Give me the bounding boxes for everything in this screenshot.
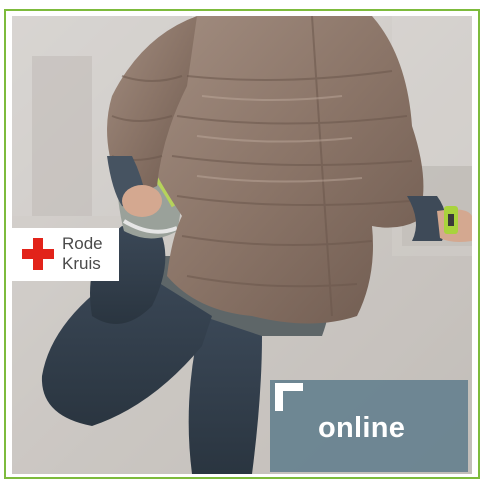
red-cross-icon: [22, 238, 54, 270]
logo-line-1: Rode: [62, 234, 103, 253]
logo-text: Rode Kruis: [62, 234, 103, 274]
online-label: online: [318, 412, 406, 444]
logo-line-2: Kruis: [62, 254, 101, 273]
corner-bracket-icon: [275, 383, 303, 411]
rode-kruis-logo: Rode Kruis: [12, 228, 119, 281]
